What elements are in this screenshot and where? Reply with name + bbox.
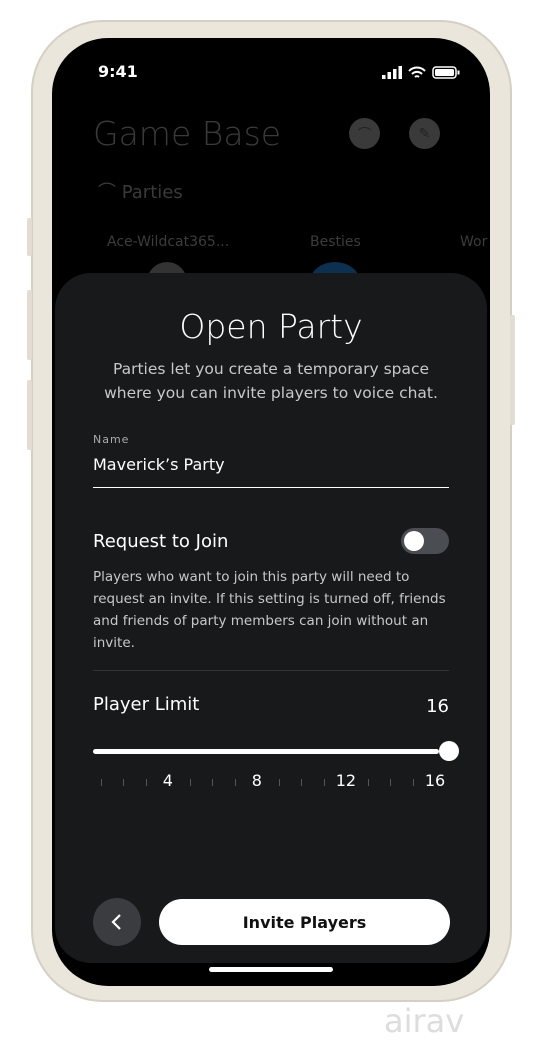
screen: 9:41 Game Base ⌒ ✎ ⌒ Parties Ace-Wildcat… (52, 38, 490, 986)
tick-mark (368, 779, 370, 786)
status-icons (382, 66, 460, 79)
tick-mark (145, 779, 147, 786)
signal-icon (382, 66, 402, 79)
request-to-join-toggle[interactable] (401, 528, 449, 554)
divider (93, 670, 449, 671)
status-time: 9:41 (98, 62, 138, 81)
party-chip: Ace-Wildcat365... (107, 234, 230, 250)
home-indicator (209, 967, 333, 972)
sheet-subtitle: Parties let you create a temporary space… (104, 360, 438, 402)
parties-label: Parties (121, 182, 183, 203)
tick-mark (123, 779, 125, 786)
tick-mark (101, 779, 102, 786)
player-limit-slider-track[interactable] (93, 749, 439, 754)
name-input[interactable]: Maverick’s Party (93, 455, 225, 474)
tick-mark (323, 779, 325, 786)
party-chip: Besties (310, 234, 361, 250)
compose-button: ✎ (409, 118, 440, 149)
headset-button: ⌒ (349, 118, 380, 149)
sheet-title: Open Party (179, 307, 363, 346)
background-title: Game Base (93, 114, 282, 153)
tick-mark (234, 779, 236, 786)
parties-section: ⌒ Parties (98, 178, 183, 204)
tick-label: 16 (424, 771, 446, 790)
tick-label: 8 (251, 771, 262, 790)
battery-icon (432, 66, 460, 79)
phone-volume-down (27, 380, 32, 450)
name-underline (93, 487, 449, 488)
name-label: Name (93, 433, 130, 446)
phone-action-button (27, 218, 32, 256)
tick-mark (301, 779, 303, 786)
wifi-icon (408, 66, 426, 78)
chevron-left-icon (111, 914, 121, 930)
tick-mark (190, 779, 192, 786)
open-party-sheet: Open Party Parties let you create a temp… (55, 273, 487, 963)
tick-mark (212, 779, 214, 786)
party-chip: Wor (460, 234, 488, 250)
player-limit-slider-thumb[interactable] (439, 741, 459, 761)
tick-mark (390, 779, 392, 786)
tick-mark (279, 779, 281, 786)
back-button[interactable] (93, 898, 141, 946)
invite-players-button[interactable]: Invite Players (159, 899, 450, 945)
phone-volume-up (27, 290, 32, 360)
request-to-join-label: Request to Join (93, 531, 229, 552)
phone-power-button (510, 315, 515, 425)
player-limit-value: 16 (426, 696, 449, 717)
tick-label: 4 (162, 771, 173, 790)
request-to-join-description: Players who want to join this party will… (93, 569, 446, 651)
slider-ticks: 4 8 12 16 (101, 771, 445, 795)
watermark: airav (384, 1002, 465, 1040)
player-limit-label: Player Limit (93, 694, 200, 715)
tick-label: 12 (335, 771, 357, 790)
tick-mark (412, 779, 414, 786)
headset-icon: ⌒ (98, 182, 122, 203)
